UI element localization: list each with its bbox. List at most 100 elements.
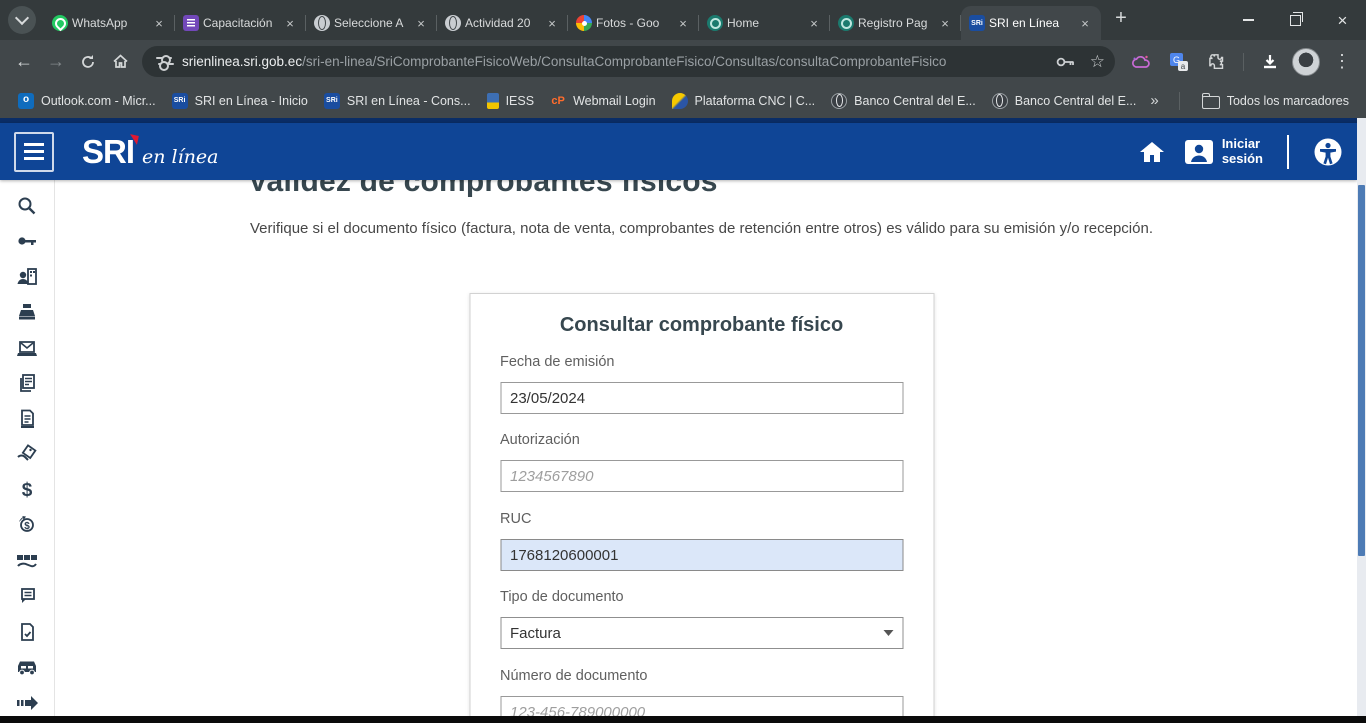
back-button[interactable]: ← [8,46,40,78]
ruc-input[interactable] [500,539,903,571]
reload-button[interactable] [72,46,104,78]
user-icon [1184,139,1214,165]
tab-fotos[interactable]: Fotos - Goo × [568,6,699,40]
app-favicon [707,15,723,31]
forms-favicon [183,15,199,31]
tab-title: Capacitación [203,16,278,30]
tab-close-icon[interactable]: × [675,15,691,31]
site-settings-icon[interactable] [156,54,176,70]
menu-hamburger-button[interactable] [14,132,54,172]
chat-document-icon[interactable] [7,579,47,615]
bookmark-sri-inicio[interactable]: SRI en Línea - Inicio [164,89,316,113]
extension-cloud-icon[interactable] [1125,46,1157,78]
tab-title: Fotos - Goo [596,16,671,30]
extensions-puzzle-icon[interactable] [1201,46,1233,78]
document-lines-icon[interactable] [7,401,47,437]
all-bookmarks-button[interactable]: Todos los marcadores [1194,89,1357,113]
documents-copy-icon[interactable] [7,366,47,402]
taxpayer-registry-icon[interactable] [7,259,47,295]
tab-home[interactable]: Home × [699,6,830,40]
tab-close-icon[interactable]: × [151,15,167,31]
payment-bills-icon[interactable] [7,543,47,579]
tab-title: WhatsApp [72,16,147,30]
fecha-emision-input[interactable] [500,382,903,414]
window-controls: × [1225,0,1366,40]
bookmark-cnc[interactable]: Plataforma CNC | C... [664,89,824,113]
vehicle-icon[interactable] [7,650,47,686]
tab-seleccione[interactable]: Seleccione A × [306,6,437,40]
bookmark-label: Banco Central del E... [854,94,976,108]
dollar-icon[interactable]: $ [7,472,47,508]
forward-button[interactable]: → [40,46,72,78]
sri-header: SRI en línea Iniciarsesión [0,123,1357,180]
bookmark-bce-1[interactable]: Banco Central del E... [823,89,984,113]
tab-close-icon[interactable]: × [937,15,953,31]
bookmark-iess[interactable]: IESS [479,89,543,113]
reload-icon [80,54,96,70]
bookmark-outlook[interactable]: Outlook.com - Micr... [10,89,164,113]
folder-icon [1202,96,1220,109]
tab-close-icon[interactable]: × [282,15,298,31]
downloads-button[interactable] [1254,46,1286,78]
sri-favicon [324,93,340,109]
tipo-documento-select[interactable]: Factura [500,617,903,649]
url-text: srienlinea.sri.gob.ec/sri-en-linea/SriCo… [182,54,1046,69]
refund-dollar-icon[interactable]: $ [7,508,47,544]
download-icon [1261,53,1279,71]
translate-icon[interactable]: G a [1163,46,1195,78]
bookmark-sri-consultas[interactable]: SRI en Línea - Cons... [316,89,479,113]
google-photos-favicon [576,15,592,31]
home-button[interactable] [104,46,136,78]
address-bar[interactable]: srienlinea.sri.gob.ec/sri-en-linea/SriCo… [142,46,1115,77]
tab-close-icon[interactable]: × [544,15,560,31]
tab-title: Home [727,16,802,30]
profile-avatar[interactable] [1292,48,1320,76]
svg-text:a: a [1181,61,1186,70]
minimize-button[interactable] [1225,0,1272,40]
cash-register-icon[interactable] [7,295,47,331]
site-home-button[interactable] [1138,140,1166,164]
electronic-mail-icon[interactable] [7,330,47,366]
sri-logo[interactable]: SRI en línea [82,133,219,171]
bookmarks-overflow-button[interactable]: » [1144,92,1164,109]
bookmark-label: Outlook.com - Micr... [41,94,156,108]
tab-capacitacion[interactable]: Capacitación × [175,6,306,40]
tab-title: Seleccione A [334,16,409,30]
bookmark-webmail[interactable]: Webmail Login [542,89,663,113]
ruc-label: RUC [500,511,531,527]
declaration-check-icon[interactable] [7,614,47,650]
outlook-favicon [18,93,34,109]
scrollbar-thumb[interactable] [1358,185,1365,556]
bookmark-bce-2[interactable]: Banco Central del E... [984,89,1145,113]
page-scrollbar [1357,118,1366,723]
accessibility-icon [1313,137,1343,167]
web-page: SRI en línea Iniciarsesión [0,118,1357,723]
tab-close-icon[interactable]: × [1077,15,1093,31]
login-button[interactable]: Iniciarsesión [1184,137,1263,167]
tab-actividad[interactable]: Actividad 20 × [437,6,568,40]
tab-search-button[interactable] [8,6,36,34]
accessibility-button[interactable] [1313,137,1343,167]
tab-sri-active[interactable]: SRI en Línea × [961,6,1101,40]
tab-close-icon[interactable]: × [413,15,429,31]
puzzle-glyph [1209,53,1226,70]
tab-registro[interactable]: Registro Pag × [830,6,961,40]
key-access-icon[interactable] [7,224,47,260]
browser-menu-button[interactable]: ⋮ [1326,46,1358,78]
divider [1243,53,1244,71]
autorizacion-input[interactable] [500,460,903,492]
translate-glyph: G a [1170,53,1188,71]
new-tab-button[interactable]: + [1107,5,1135,33]
card-heading: Consultar comprobante físico [470,314,933,337]
password-key-icon[interactable] [1056,56,1076,68]
search-icon[interactable] [7,188,47,224]
close-window-button[interactable]: × [1319,0,1366,40]
maximize-button[interactable] [1272,0,1319,40]
hand-tag-icon[interactable] [7,437,47,473]
tab-close-icon[interactable]: × [806,15,822,31]
tab-title: SRI en Línea [989,16,1073,30]
login-label: Iniciarsesión [1222,137,1263,167]
tab-whatsapp[interactable]: WhatsApp × [44,6,175,40]
bookmark-star-icon[interactable]: ☆ [1090,52,1105,72]
globe-favicon [831,93,847,109]
